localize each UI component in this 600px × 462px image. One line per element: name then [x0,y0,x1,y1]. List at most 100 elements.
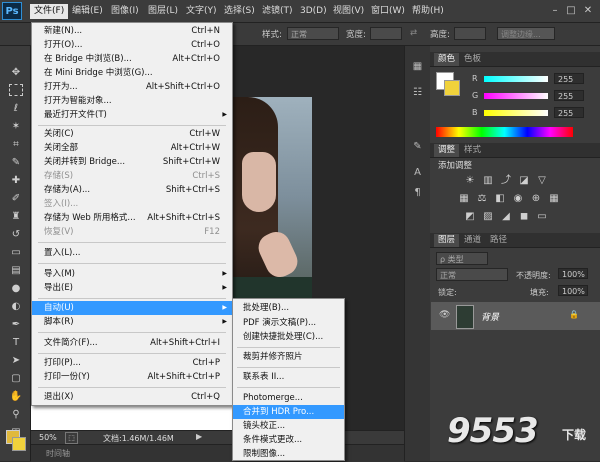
hue-saturation-icon[interactable]: ▦ [458,193,470,205]
menu-file[interactable]: 文件(F) [30,4,69,19]
menu-view[interactable]: 视图(V) [329,4,368,19]
menu-item-exit[interactable]: 退出(X) Ctrl+Q [32,390,232,404]
menu-window[interactable]: 窗口(W) [367,4,409,19]
submenu-item-contact-sheet[interactable]: 联系表 II... [233,370,344,384]
selective-color-icon[interactable]: ◼ [518,211,530,223]
close-button[interactable]: ✕ [581,4,595,17]
hand-tool-icon[interactable]: ✋ [9,390,23,404]
submenu-item-merge-hdr[interactable]: 合并到 HDR Pro... [233,405,344,419]
submenu-item-lens-correction[interactable]: 镜头校正... [233,419,344,433]
menu-filter[interactable]: 滤镜(T) [258,4,297,19]
magic-wand-icon[interactable]: ✶ [9,120,23,134]
menu-item-export[interactable]: 导出(E) ▶ [32,281,232,295]
submenu-item-photomerge[interactable]: Photomerge... [233,391,344,405]
dodge-tool-icon[interactable]: ◐ [9,300,23,314]
pen-tool-icon[interactable]: ✒ [9,318,23,332]
menu-type[interactable]: 文字(Y) [182,4,221,19]
channel-b-value[interactable]: 255 [554,107,584,118]
menu-item-print-one-copy[interactable]: 打印一份(Y) Alt+Shift+Ctrl+P [32,370,232,384]
menu-item-open-smart-object[interactable]: 打开为智能对象... [32,94,232,108]
channel-mixer-icon[interactable]: ⊕ [530,193,542,205]
eyedropper-icon[interactable]: ✎ [9,156,23,170]
menu-item-save[interactable]: 存储(S) Ctrl+S [32,169,232,183]
layer-name[interactable]: 背景 [481,310,499,323]
menu-item-place[interactable]: 置入(L)... [32,246,232,260]
shape-tool-icon[interactable]: ▢ [9,372,23,386]
menu-item-recent-files[interactable]: 最近打开文件(T) ▶ [32,108,232,122]
photo-filter-icon[interactable]: ◉ [512,193,524,205]
menu-item-close-go-bridge[interactable]: 关闭并转到 Bridge... Shift+Ctrl+W [32,155,232,169]
submenu-item-create-droplet[interactable]: 创建快捷批处理(C)... [233,330,344,344]
menu-item-close[interactable]: 关闭(C) Ctrl+W [32,127,232,141]
brush-tool-icon[interactable]: ✐ [9,192,23,206]
invert-icon[interactable]: ◩ [464,211,476,223]
menu-item-browse-bridge[interactable]: 在 Bridge 中浏览(B)... Alt+Ctrl+O [32,52,232,66]
marquee-tool-icon[interactable] [9,84,23,96]
menu-item-file-info[interactable]: 文件简介(F)... Alt+Shift+Ctrl+I [32,336,232,350]
posterize-icon[interactable]: ▨ [482,211,494,223]
menu-item-open-as[interactable]: 打开为... Alt+Shift+Ctrl+O [32,80,232,94]
menu-select[interactable]: 选择(S) [220,4,259,19]
tab-adjustments[interactable]: 调整 [434,144,460,157]
channel-g-slider[interactable] [484,93,548,99]
submenu-item-crop-straighten[interactable]: 裁剪并修齐照片 [233,350,344,364]
minimize-button[interactable]: – [548,4,562,17]
tab-color[interactable]: 颜色 [434,53,460,66]
status-arrow-icon[interactable]: ▶ [196,432,202,441]
zoom-tool-icon[interactable]: ⚲ [9,408,23,422]
menu-item-close-all[interactable]: 关闭全部 Alt+Ctrl+W [32,141,232,155]
tab-layers[interactable]: 图层 [434,234,460,247]
refine-edge-button[interactable]: 调整边缘... [497,27,555,40]
eye-icon[interactable]: 👁 [439,310,450,320]
paragraph-icon[interactable]: ¶ [411,186,424,199]
menu-item-import[interactable]: 导入(M) ▶ [32,267,232,281]
menu-edit[interactable]: 编辑(E) [68,4,107,19]
style-select[interactable]: 正常 [287,27,339,40]
gradient-tool-icon[interactable]: ▤ [9,264,23,278]
history-icon[interactable]: ▦ [411,60,424,73]
status-menu-icon[interactable]: ⬚ [65,432,78,444]
healing-brush-icon[interactable]: ✚ [9,174,23,188]
width-input[interactable] [370,27,402,40]
background-color-swatch[interactable] [12,437,26,451]
color-lookup-icon[interactable]: ▦ [548,193,560,205]
brush-presets-icon[interactable]: ✎ [411,140,424,153]
layer-row[interactable]: 👁 背景 🔒 [431,302,600,330]
channel-r-slider[interactable] [484,76,548,82]
menu-item-save-for-web[interactable]: 存储为 Web 所用格式... Alt+Shift+Ctrl+S [32,211,232,225]
menu-item-open[interactable]: 打开(O)... Ctrl+O [32,38,232,52]
menu-item-automate[interactable]: 自动(U) ▶ [32,301,232,315]
threshold-icon[interactable]: ◢ [500,211,512,223]
levels-icon[interactable]: ▥ [482,175,494,187]
submenu-item-batch[interactable]: 批处理(B)... [233,301,344,315]
submenu-item-conditional-mode[interactable]: 条件模式更改... [233,433,344,447]
blend-mode-select[interactable]: 正常 [436,268,508,281]
maximize-button[interactable]: □ [564,4,578,17]
tab-channels[interactable]: 通道 [460,234,485,247]
vibrance-icon[interactable]: ▽ [536,175,548,187]
character-icon[interactable]: A [411,166,424,179]
blur-tool-icon[interactable]: ● [9,282,23,296]
zoom-level[interactable]: 50% [39,433,57,442]
submenu-item-fit-image[interactable]: 限制图像... [233,447,344,461]
move-tool-icon[interactable]: ✥ [9,66,23,80]
height-input[interactable] [454,27,486,40]
lasso-tool-icon[interactable]: ℓ [9,102,23,116]
color-spectrum[interactable] [436,127,573,137]
eraser-tool-icon[interactable]: ▭ [9,246,23,260]
timeline-label[interactable]: 时间轴 [46,448,70,459]
exposure-icon[interactable]: ◪ [518,175,530,187]
menu-item-revert[interactable]: 恢复(V) F12 [32,225,232,239]
crop-tool-icon[interactable]: ⌗ [9,138,23,152]
menu-help[interactable]: 帮助(H) [408,4,448,19]
menu-3d[interactable]: 3D(D) [296,4,331,19]
menu-item-print[interactable]: 打印(P)... Ctrl+P [32,356,232,370]
menu-layer[interactable]: 图层(L) [144,4,182,19]
tab-swatches[interactable]: 色板 [460,53,485,66]
menu-item-save-as[interactable]: 存储为(A)... Shift+Ctrl+S [32,183,232,197]
channel-b-slider[interactable] [484,110,548,116]
channel-r-value[interactable]: 255 [554,73,584,84]
color-balance-icon[interactable]: ⚖ [476,193,488,205]
history-brush-icon[interactable]: ↺ [9,228,23,242]
brightness-icon[interactable]: ☀ [464,175,476,187]
